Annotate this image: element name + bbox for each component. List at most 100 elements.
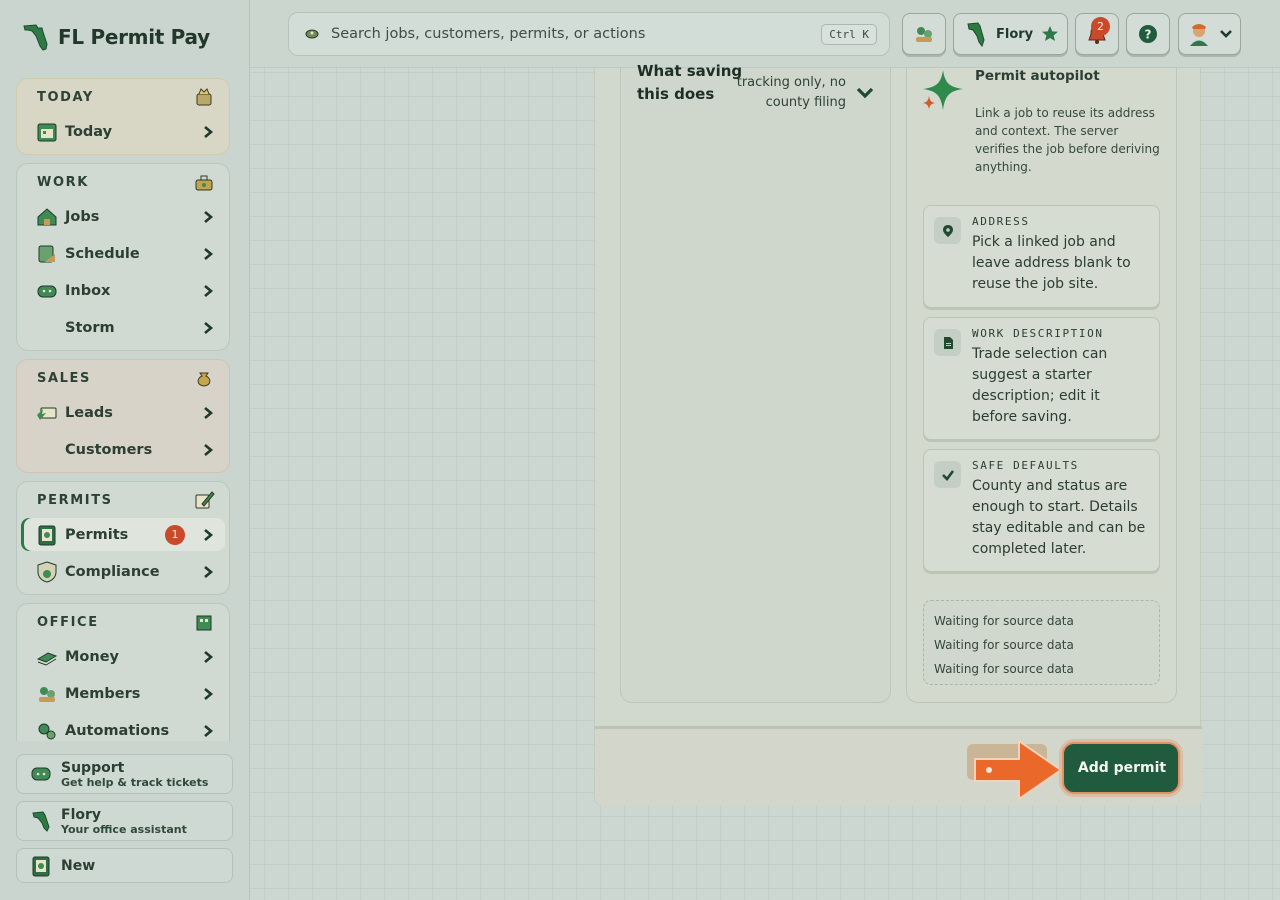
sidebar-item-label: Customers [65,441,153,458]
sidebar-item-label: Inbox [65,282,111,299]
new-document-icon [32,856,50,876]
storm-icon [35,316,59,340]
sidebar-item-label: Automations [65,722,170,739]
autopilot-description: Link a job to reuse its address and cont… [975,106,1160,174]
tip-address: ADDRESS Pick a linked job and leave addr… [923,205,1160,308]
search-bar[interactable]: Ctrl K [288,12,890,56]
sidebar-item-today[interactable]: Today [21,115,225,148]
sidebar-item-label: Leads [65,404,113,421]
add-permit-button[interactable]: Add permit [1062,742,1180,794]
house-icon [37,207,57,225]
flory-assistant-button[interactable]: Flory Your office assistant [16,801,233,841]
nav-group-today: TODAY Today [16,78,230,155]
help-button[interactable]: ? [1126,13,1170,55]
tip-text: County and status are enough to start. D… [972,478,1146,557]
sidebar-item-inbox[interactable]: Inbox [21,274,225,307]
tip-text: Trade selection can suggest a starter de… [972,346,1108,425]
sidebar-item-customers[interactable]: Customers [21,433,225,466]
florida-logo-icon [23,24,48,51]
account-menu-button[interactable] [1178,13,1241,55]
autopilot-title: Permit autopilot [975,68,1100,84]
shield-icon [37,560,57,583]
sidebar-item-leads[interactable]: Leads [21,396,225,429]
brand[interactable]: FL Permit Pay [22,22,210,52]
check-icon [941,469,954,481]
flory-subtitle: Your office assistant [61,822,187,836]
star-icon [1042,26,1059,41]
group-title-office: OFFICE [37,614,99,630]
nav-group-permits: PERMITS Permits 1 Compliance [16,481,230,595]
people-icon [916,27,932,42]
new-button[interactable]: New [16,848,233,883]
sidebar-item-compliance[interactable]: Compliance [21,555,225,588]
flory-mascot-icon [32,811,50,832]
sidebar-item-permits[interactable]: Permits 1 [21,518,225,551]
sidebar-item-storm[interactable]: Storm [21,311,225,344]
calendar-icon [37,123,57,141]
chevron-right-icon [204,406,214,419]
pointer-arrow-icon [974,739,1063,801]
tip-label: WORK DESCRIPTION [972,327,1104,340]
form-footer: Add permit [595,726,1202,806]
sidebar-item-automations[interactable]: Automations [21,714,225,741]
people-icon [39,686,55,702]
chat-bubble-icon [37,285,57,297]
support-title: Support [61,759,125,776]
tip-text: Pick a linked job and leave address blan… [972,234,1131,292]
chevron-right-icon [204,321,214,334]
brand-name: FL Permit Pay [58,25,210,49]
chevron-right-icon [204,565,214,578]
group-title-permits: PERMITS [37,492,113,508]
chevron-right-icon [204,247,214,260]
nav-group-sales: SALES Leads Customers [16,359,230,473]
support-button[interactable]: Support Get help & track tickets [16,754,233,794]
chevron-right-icon [204,528,214,541]
sidebar-item-label: Jobs [65,208,100,225]
office-building-icon [196,615,212,631]
schedule-icon [38,245,55,262]
members-button[interactable] [902,13,946,55]
tip-work-description: WORK DESCRIPTION Trade selection can sug… [923,317,1160,440]
chevron-right-icon [204,650,214,663]
sidebar-item-label: Schedule [65,245,140,262]
support-subtitle: Get help & track tickets [61,775,209,789]
sidebar-item-members[interactable]: Members [21,677,225,710]
status-line: Waiting for source data [934,614,1074,628]
sidebar-item-jobs[interactable]: Jobs [21,200,225,233]
svg-text:?: ? [1145,28,1152,42]
notifications-button[interactable]: 2 [1075,13,1119,55]
lead-card-icon [37,407,57,420]
sidebar-item-label: Permits [65,526,129,543]
map-pin-icon [942,224,953,237]
chevron-right-icon [204,443,214,456]
sidebar-item-label: Storm [65,319,115,336]
source-data-status: Waiting for source data Waiting for sour… [923,600,1160,685]
notifications-badge: 2 [1091,17,1110,36]
chevron-right-icon [204,687,214,700]
saving-info-card: What saving this does tracking only, no … [620,62,891,703]
topbar: Ctrl K Flory 2 ? [250,0,1280,68]
group-title-today: TODAY [37,89,94,105]
money-bag-icon [197,372,211,387]
sidebar-item-schedule[interactable]: Schedule [21,237,225,270]
sidebar-item-money[interactable]: Money [21,640,225,673]
sparkle-icon [923,70,963,110]
help-icon: ? [1139,25,1157,43]
customers-icon [35,438,59,462]
sun-basket-icon [196,88,212,106]
permit-autopilot-card: Permit autopilot Link a job to reuse its… [906,68,1177,703]
chevron-down-icon [1219,30,1232,38]
search-icon [305,29,319,39]
toolbox-icon [195,175,213,191]
chevron-down-icon[interactable] [854,82,876,104]
new-title: New [61,857,96,874]
tip-safe-defaults: SAFE DEFAULTS County and status are enou… [923,449,1160,572]
sidebar-item-label: Compliance [65,563,160,580]
pen-paper-icon [195,491,215,509]
nav-group-work: WORK Jobs Schedule Inbox Storm [16,163,230,351]
flory-assistant-toggle[interactable]: Flory [953,13,1068,55]
search-input[interactable] [331,26,822,42]
flory-title: Flory [61,806,102,823]
add-permit-panel: What saving this does tracking only, no … [594,62,1202,806]
tip-label: ADDRESS [972,215,1030,228]
